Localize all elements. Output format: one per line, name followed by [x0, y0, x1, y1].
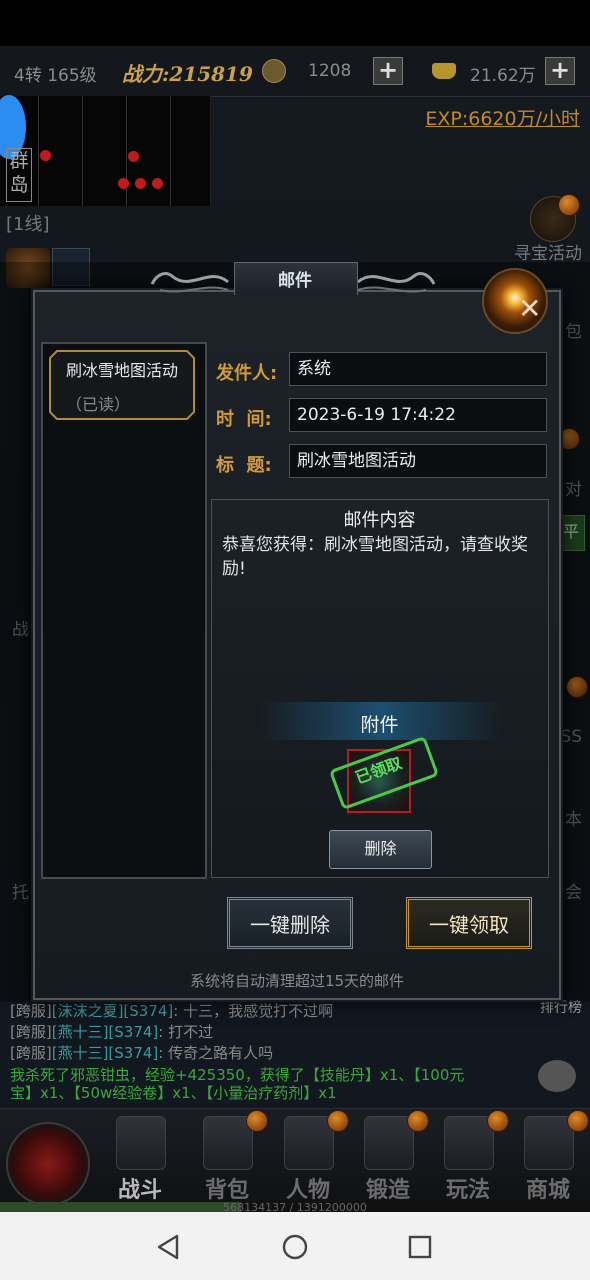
taiji-emblem-icon[interactable]	[6, 1122, 90, 1206]
dialog-title: 邮件	[278, 271, 312, 291]
notification-dot-icon	[246, 1110, 268, 1132]
content-body: 恭喜您获得：刷冰雪地图活动，请查收奖励!	[222, 535, 528, 579]
recents-icon[interactable]	[408, 1235, 432, 1259]
chat-line: [跨服][燕十三][S374]: 传奇之路有人吗	[10, 1044, 274, 1062]
ornament-left-icon	[150, 272, 229, 293]
currency-1-value: 1208	[308, 61, 352, 81]
currency-2-value: 21.62万	[470, 66, 536, 86]
exp-rate-link[interactable]: EXP:6620万/小时	[425, 104, 580, 131]
back-icon[interactable]	[155, 1234, 181, 1260]
sender-label: 发件人:	[216, 363, 278, 384]
chat-line: [跨服][沫沫之夏][S374]: 十三，我感觉打不过啊	[10, 1002, 334, 1020]
attachments-title: 附件	[360, 714, 399, 736]
power-value: 战力:215819	[122, 62, 253, 86]
mail-item-subject: 刷冰雪地图活动	[65, 361, 178, 380]
add-currency-2-button[interactable]: +	[545, 57, 575, 85]
subject-label: 标 题:	[216, 455, 272, 476]
ingot-icon	[432, 63, 456, 79]
claim-all-button[interactable]: 一键领取	[406, 897, 532, 949]
coin-icon	[262, 59, 286, 83]
sender-field: 系统	[289, 352, 547, 386]
auto-clean-note: 系统将自动清理超过15天的邮件	[189, 972, 405, 990]
content-title: 邮件内容	[343, 510, 416, 531]
level-text: 4转 165级	[14, 66, 97, 86]
mail-item-status: （已读）	[66, 395, 131, 414]
ornament-right-icon	[357, 272, 436, 293]
kill-log-line: 宝】x1、【50w经验卷】x1、【小量治疗药剂】x1	[10, 1084, 337, 1102]
chat-line: [跨服][燕十三][S374]: 打不过	[10, 1023, 214, 1041]
mail-list	[41, 342, 207, 879]
subject-field: 刷冰雪地图活动	[289, 444, 547, 478]
crossed-swords-icon	[116, 1116, 166, 1170]
server-line-label: [1线]	[6, 214, 50, 235]
status-bar	[0, 0, 590, 46]
notification-dot-icon	[407, 1110, 429, 1132]
map-name: 群岛	[6, 148, 32, 202]
time-field: 2023-6-19 17:4:22	[289, 398, 547, 432]
add-currency-1-button[interactable]: +	[373, 57, 403, 85]
notification-dot-icon	[487, 1110, 509, 1132]
notification-dot-icon	[567, 1110, 589, 1132]
chat-bubble-icon[interactable]	[538, 1060, 576, 1092]
nav-battle[interactable]: 战斗	[100, 1110, 180, 1206]
delete-button[interactable]: 删除	[329, 830, 432, 869]
close-icon[interactable]: ✕	[518, 292, 541, 325]
system-nav-bar	[0, 1212, 590, 1280]
delete-all-button[interactable]: 一键删除	[227, 897, 353, 949]
home-icon[interactable]	[282, 1234, 308, 1260]
time-label: 时 间:	[216, 409, 272, 430]
notification-dot-icon	[327, 1110, 349, 1132]
notification-dot-icon	[558, 194, 580, 216]
treasure-activity-label[interactable]: 寻宝活动	[514, 239, 582, 264]
